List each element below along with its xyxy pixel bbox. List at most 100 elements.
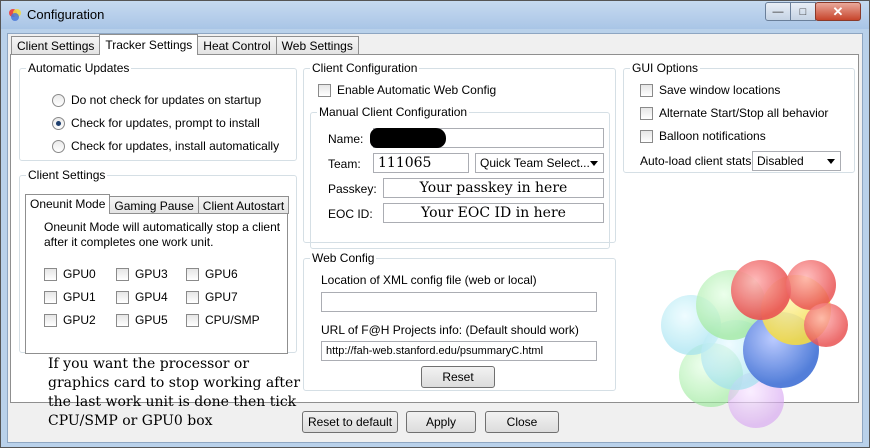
tab-client-settings[interactable]: Client Settings xyxy=(11,36,101,55)
checkbox[interactable] xyxy=(318,83,331,97)
checkbox-label: GPU2 xyxy=(63,313,96,327)
checkbox[interactable] xyxy=(640,129,653,143)
checkbox-balloon-notifications[interactable]: Balloon notifications xyxy=(640,129,766,143)
client-settings-legend: Client Settings xyxy=(28,168,106,182)
folding-at-home-logo xyxy=(661,260,848,428)
team-field[interactable]: 111065 xyxy=(373,153,469,173)
checkbox-alternate-start-stop[interactable]: Alternate Start/Stop all behavior xyxy=(640,106,828,120)
minimize-button[interactable]: — xyxy=(765,2,791,21)
main-tabs: Client Settings Tracker Settings Heat Co… xyxy=(11,34,359,55)
checkbox-label: GPU7 xyxy=(205,290,238,304)
reset-to-default-button[interactable]: Reset to default xyxy=(302,411,398,433)
gui-options-group: GUI Options Save window locations Altern… xyxy=(623,61,855,173)
title-bar[interactable]: Configuration — □ ✕ xyxy=(1,1,869,29)
autoload-stats-value: Disabled xyxy=(757,154,804,168)
client-settings-group: Client Settings Oneunit Mode Gaming Paus… xyxy=(19,168,297,354)
oneunit-mode-panel: Oneunit Mode will automatically stop a c… xyxy=(25,213,288,354)
tab-tracker-settings[interactable]: Tracker Settings xyxy=(99,34,199,55)
window-title: Configuration xyxy=(27,7,105,22)
checkbox-label: GPU1 xyxy=(63,290,96,304)
client-configuration-legend: Client Configuration xyxy=(312,61,418,75)
manual-client-configuration-group: Manual Client Configuration Name: Team: … xyxy=(310,105,610,249)
radio-label: Check for updates, install automatically xyxy=(71,139,280,153)
web-config-reset-button[interactable]: Reset xyxy=(421,366,495,388)
tab-web-settings[interactable]: Web Settings xyxy=(275,36,359,55)
checkbox-label: GPU6 xyxy=(205,267,238,281)
radio-button-selected[interactable] xyxy=(52,116,65,130)
radio-check-install[interactable]: Check for updates, install automatically xyxy=(52,139,279,153)
checkbox-label: GPU4 xyxy=(135,290,168,304)
checkbox[interactable] xyxy=(640,106,653,120)
checkbox-gpu4[interactable]: GPU4 xyxy=(116,290,168,304)
eoc-id-field[interactable]: Your EOC ID in here xyxy=(383,203,604,223)
chevron-down-icon xyxy=(827,159,835,164)
web-config-group: Web Config Location of XML config file (… xyxy=(303,251,616,391)
passkey-field[interactable]: Your passkey in here xyxy=(383,178,604,198)
xml-config-field[interactable] xyxy=(321,292,597,312)
name-label: Name: xyxy=(328,132,364,146)
checkbox-gpu6[interactable]: GPU6 xyxy=(186,267,238,281)
chevron-down-icon xyxy=(590,161,598,166)
xml-config-label: Location of XML config file (web or loca… xyxy=(321,273,537,287)
close-window-button[interactable]: ✕ xyxy=(815,2,861,21)
tracker-settings-panel: Automatic Updates Do not check for updat… xyxy=(10,54,859,428)
radio-button[interactable] xyxy=(52,93,65,107)
checkbox-gpu3[interactable]: GPU3 xyxy=(116,267,168,281)
automatic-updates-group: Automatic Updates Do not check for updat… xyxy=(19,61,297,161)
checkbox[interactable] xyxy=(116,313,129,327)
radio-label: Do not check for updates on startup xyxy=(71,93,262,107)
checkbox-cpu-smp[interactable]: CPU/SMP xyxy=(186,313,260,327)
checkbox-save-window-locations[interactable]: Save window locations xyxy=(640,83,780,97)
close-button[interactable]: Close xyxy=(485,411,559,433)
projects-url-label: URL of F@H Projects info: (Default shoul… xyxy=(321,323,579,337)
team-label: Team: xyxy=(328,157,361,171)
checkbox-label: Save window locations xyxy=(659,83,781,97)
checkbox-gpu0[interactable]: GPU0 xyxy=(44,267,96,281)
checkbox-label: Balloon notifications xyxy=(659,129,766,143)
checkbox-enable-web-config[interactable]: Enable Automatic Web Config xyxy=(318,83,496,97)
tab-heat-control[interactable]: Heat Control xyxy=(197,36,277,55)
manual-configuration-legend: Manual Client Configuration xyxy=(319,105,468,119)
configuration-window: Configuration — □ ✕ Client Settings Trac… xyxy=(0,0,870,448)
checkbox-gpu7[interactable]: GPU7 xyxy=(186,290,238,304)
apply-button[interactable]: Apply xyxy=(406,411,476,433)
subtab-client-autostart[interactable]: Client Autostart xyxy=(197,196,290,214)
checkbox[interactable] xyxy=(44,267,57,281)
subtab-oneunit-mode[interactable]: Oneunit Mode xyxy=(25,194,111,214)
checkbox[interactable] xyxy=(116,290,129,304)
radio-no-check[interactable]: Do not check for updates on startup xyxy=(52,93,261,107)
checkbox-gpu2[interactable]: GPU2 xyxy=(44,313,96,327)
checkbox-label: CPU/SMP xyxy=(205,313,260,327)
checkbox-label: Alternate Start/Stop all behavior xyxy=(659,106,829,120)
radio-label: Check for updates, prompt to install xyxy=(71,116,260,130)
checkbox-label: GPU3 xyxy=(135,267,168,281)
checkbox-gpu1[interactable]: GPU1 xyxy=(44,290,96,304)
redaction-mark xyxy=(370,128,446,148)
checkbox[interactable] xyxy=(186,267,199,281)
projects-url-field[interactable]: http://fah-web.stanford.edu/psummaryC.ht… xyxy=(321,341,597,361)
eoc-id-label: EOC ID: xyxy=(328,207,373,221)
automatic-updates-legend: Automatic Updates xyxy=(28,61,130,75)
radio-button[interactable] xyxy=(52,139,65,153)
subtab-gaming-pause[interactable]: Gaming Pause xyxy=(109,196,199,214)
quick-team-select-label: Quick Team Select... xyxy=(480,156,590,170)
app-icon xyxy=(9,9,21,21)
client-settings-subtabs: Oneunit Mode Gaming Pause Client Autosta… xyxy=(25,194,290,214)
oneunit-description: Oneunit Mode will automatically stop a c… xyxy=(44,220,281,249)
checkbox-gpu5[interactable]: GPU5 xyxy=(116,313,168,327)
checkbox[interactable] xyxy=(44,313,57,327)
checkbox-label: GPU0 xyxy=(63,267,96,281)
quick-team-select[interactable]: Quick Team Select... xyxy=(475,153,604,173)
checkbox[interactable] xyxy=(116,267,129,281)
gui-options-legend: GUI Options xyxy=(632,61,699,75)
passkey-label: Passkey: xyxy=(328,182,377,196)
maximize-button[interactable]: □ xyxy=(790,2,816,21)
checkbox[interactable] xyxy=(186,290,199,304)
radio-check-prompt[interactable]: Check for updates, prompt to install xyxy=(52,116,260,130)
checkbox[interactable] xyxy=(186,313,199,327)
annotation-note: If you want the processor or graphics ca… xyxy=(48,356,301,429)
checkbox[interactable] xyxy=(640,83,653,97)
autoload-stats-select[interactable]: Disabled xyxy=(752,151,841,171)
autoload-stats-label: Auto-load client stats: xyxy=(640,154,755,168)
checkbox[interactable] xyxy=(44,290,57,304)
